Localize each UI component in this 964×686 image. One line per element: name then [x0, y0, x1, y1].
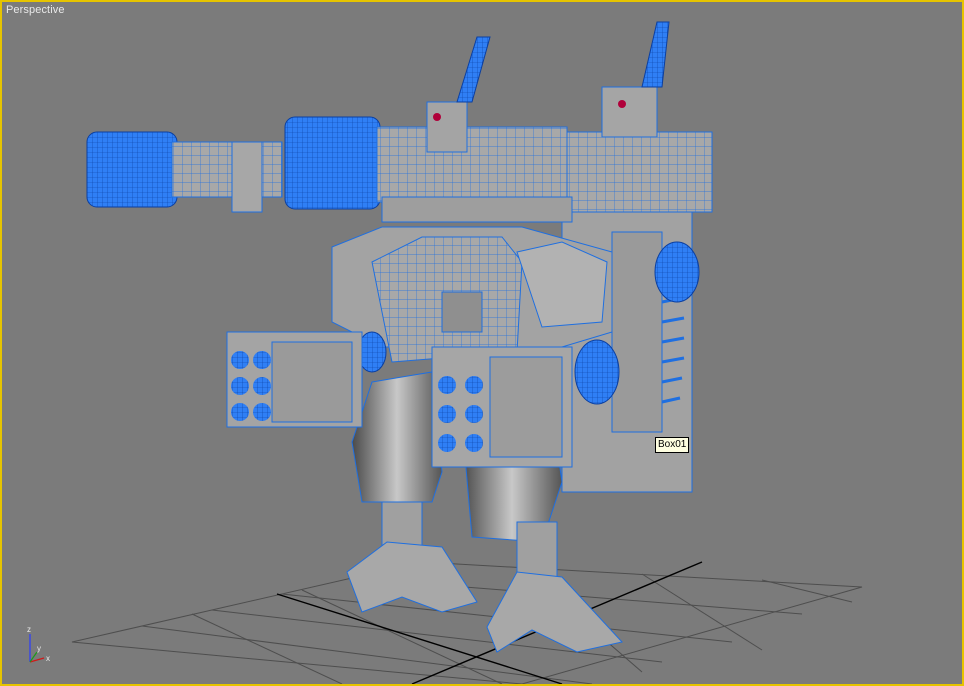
ground-grid	[71, 561, 863, 684]
scene-render[interactable]	[2, 2, 962, 684]
selection-tooltip: Box01	[655, 437, 690, 453]
x-axis-label: x	[46, 654, 50, 663]
axis-gizmo: z x y	[27, 625, 50, 663]
left-gun-assembly	[86, 36, 573, 223]
z-axis-label: z	[27, 625, 31, 634]
left-missile-pod	[226, 331, 363, 428]
perspective-viewport[interactable]: Perspective Box01 z x y	[0, 0, 964, 686]
right-missile-pod	[431, 346, 573, 468]
y-axis-label: y	[37, 644, 41, 653]
